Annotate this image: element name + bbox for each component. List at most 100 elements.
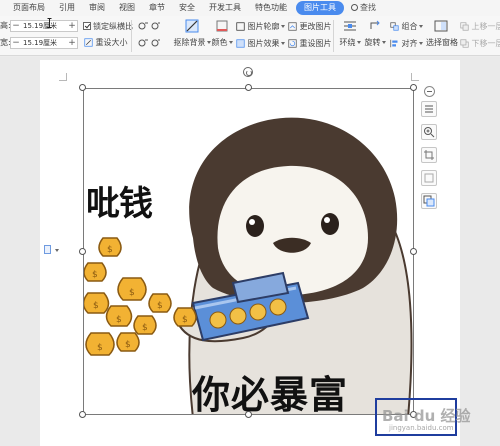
rotate-button[interactable]: 旋转 <box>362 19 388 48</box>
document-icon[interactable] <box>44 245 51 254</box>
width-stepper[interactable]: − 15.19厘米 + <box>10 37 78 49</box>
collapse-icon[interactable] <box>424 86 435 97</box>
remove-background-icon <box>185 19 199 33</box>
crop-button[interactable] <box>421 147 437 163</box>
rotate-handle-icon[interactable] <box>243 67 253 77</box>
reset-picture-button[interactable]: 重设图片 <box>288 38 332 49</box>
reset-size-button[interactable]: 重设大小 <box>84 37 128 48</box>
watermark-url: jingyan.baidu.com <box>389 424 454 432</box>
crop-shape-icons-2[interactable] <box>138 38 160 48</box>
search-command[interactable]: 查找 <box>344 1 383 15</box>
wrap-text-label: 环绕 <box>339 38 356 47</box>
tab-references[interactable]: 引用 <box>52 1 82 15</box>
picture-caption-bottom: 你必暴富 <box>192 373 349 417</box>
reset-picture-label: 重设图片 <box>299 39 332 48</box>
lock-aspect-ratio-label: 锁定纵横比 <box>93 22 133 31</box>
svg-text:$: $ <box>182 315 188 325</box>
selection-pane-button[interactable]: 选择窗格 <box>426 19 458 48</box>
svg-text:$: $ <box>93 301 99 311</box>
layout-options-icon <box>425 105 433 113</box>
crop-icon <box>424 150 434 160</box>
picture-effect-icon <box>236 39 245 48</box>
picture-tools-icon <box>423 195 435 207</box>
zoom-button[interactable] <box>421 124 437 140</box>
wrap-text-icon <box>344 21 356 31</box>
selection-pane-label: 选择窗格 <box>426 38 458 47</box>
svg-text:$: $ <box>116 315 122 325</box>
reset-size-icon <box>84 38 93 47</box>
picture-effect-label: 图片效果 <box>247 39 280 48</box>
resize-handle-top-right[interactable] <box>410 84 417 91</box>
resize-handle-bottom[interactable] <box>245 411 252 418</box>
menu-tab-bar: 页面布局 引用 审阅 视图 章节 安全 开发工具 特色功能 图片工具 查找 <box>0 0 500 16</box>
resize-handle-top-left[interactable] <box>79 84 86 91</box>
change-picture-label: 更改图片 <box>299 22 332 31</box>
resize-handle-bottom-left[interactable] <box>79 411 86 418</box>
margin-corner-mark <box>411 73 419 81</box>
group-icon <box>390 22 399 31</box>
chevron-down-icon <box>228 41 233 44</box>
chevron-down-icon <box>418 42 423 45</box>
svg-text:$: $ <box>107 245 113 255</box>
color-button[interactable]: 颜色 <box>210 19 234 48</box>
svg-text:$: $ <box>129 288 135 298</box>
rotate-label: 旋转 <box>364 38 381 47</box>
search-icon <box>351 4 358 11</box>
height-stepper[interactable]: − 15.19厘米 + <box>10 20 78 32</box>
width-input[interactable]: 15.19厘米 <box>21 38 67 48</box>
resize-handle-right[interactable] <box>410 248 417 255</box>
picture-tools-button[interactable] <box>421 193 437 209</box>
bring-forward-button[interactable]: 上移一层 <box>460 21 500 32</box>
picture-outline-button[interactable]: 图片轮廓 <box>236 21 285 32</box>
chevron-down-icon <box>280 42 285 45</box>
align-icon <box>390 39 398 48</box>
svg-text:$: $ <box>125 340 131 350</box>
layout-options-button[interactable] <box>421 101 437 117</box>
group-label: 组合 <box>401 22 418 31</box>
height-input[interactable]: 15.19厘米 <box>21 21 67 31</box>
lock-aspect-ratio-check-icon <box>83 22 91 30</box>
tab-security[interactable]: 安全 <box>172 1 202 15</box>
search-label: 查找 <box>360 3 376 12</box>
fill-icon <box>424 173 434 183</box>
tab-view[interactable]: 视图 <box>112 1 142 15</box>
picture-caption-top: 吡钱 <box>86 184 153 224</box>
remove-background-label: 抠除背景 <box>173 38 206 47</box>
watermark-logo-text: Bai du 经验 <box>382 407 471 425</box>
svg-text:$: $ <box>142 323 148 333</box>
ribbon-separator <box>131 20 132 52</box>
tab-special-features[interactable]: 特色功能 <box>248 1 294 15</box>
height-decrease-button[interactable]: − <box>11 21 21 31</box>
change-picture-button[interactable]: 更改图片 <box>288 21 332 32</box>
group-button[interactable]: 组合 <box>390 21 423 32</box>
tab-developer[interactable]: 开发工具 <box>202 1 248 15</box>
height-increase-button[interactable]: + <box>67 21 77 31</box>
ribbon-separator <box>333 20 334 52</box>
text-cursor-stem <box>49 18 50 28</box>
tab-page-layout[interactable]: 页面布局 <box>6 1 52 15</box>
fill-button[interactable] <box>421 170 437 186</box>
tab-picture-tools[interactable]: 图片工具 <box>296 1 344 15</box>
align-button[interactable]: 对齐 <box>390 38 423 49</box>
reset-picture-icon <box>288 39 297 48</box>
tab-review[interactable]: 审阅 <box>82 1 112 15</box>
lock-aspect-ratio-checkbox[interactable]: 锁定纵横比 <box>83 21 133 32</box>
remove-background-button[interactable]: 抠除背景 <box>172 19 212 48</box>
tab-section[interactable]: 章节 <box>142 1 172 15</box>
chevron-down-icon <box>55 249 59 252</box>
wrap-text-button[interactable]: 环绕 <box>337 19 363 48</box>
send-backward-button[interactable]: 下移一层 <box>460 38 500 49</box>
svg-text:$: $ <box>97 343 103 353</box>
width-increase-button[interactable]: + <box>67 38 77 48</box>
picture-effect-button[interactable]: 图片效果 <box>236 38 285 49</box>
bring-forward-icon <box>460 22 469 31</box>
resize-handle-left[interactable] <box>79 248 86 255</box>
resize-handle-top[interactable] <box>245 84 252 91</box>
color-label: 颜色 <box>211 38 228 47</box>
picture-outline-label: 图片轮廓 <box>247 22 280 31</box>
send-backward-icon <box>460 39 469 48</box>
rotate-icon <box>370 20 380 29</box>
svg-text:$: $ <box>157 301 163 311</box>
crop-shape-icons[interactable] <box>138 21 160 31</box>
width-decrease-button[interactable]: − <box>11 38 21 48</box>
